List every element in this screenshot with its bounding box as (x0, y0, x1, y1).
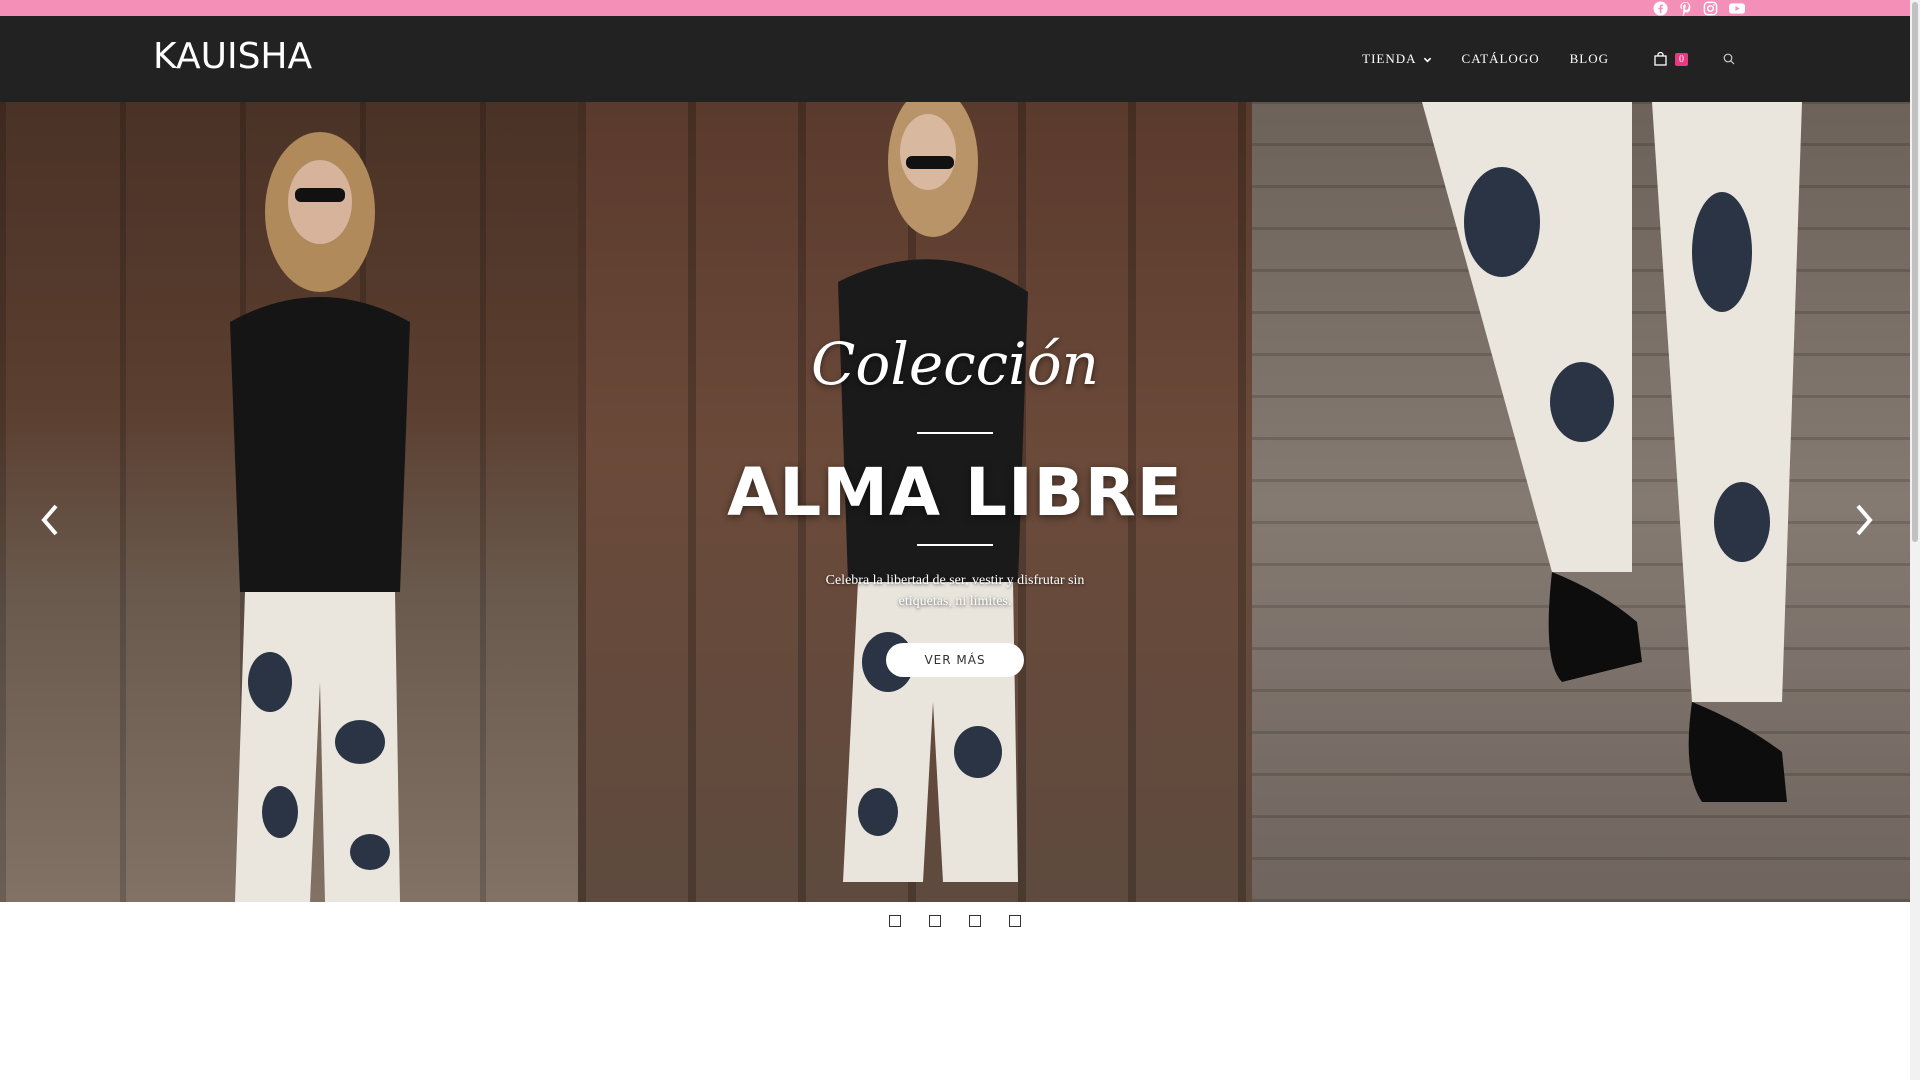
search-icon (1723, 53, 1735, 65)
top-bar (0, 0, 1910, 16)
main-nav: TIENDA CATÁLOGO BLOG 0 (1347, 16, 1750, 102)
youtube-icon[interactable] (1728, 1, 1746, 16)
slider-dot[interactable] (1009, 915, 1021, 927)
slider-prev-arrow-icon[interactable] (38, 502, 62, 538)
nav-item-label: BLOG (1569, 51, 1609, 66)
nav-item-tienda[interactable]: TIENDA (1347, 51, 1446, 67)
slider-dot[interactable] (929, 915, 941, 927)
instagram-icon[interactable] (1703, 1, 1718, 16)
site-logo[interactable]: KAUISHA (153, 36, 312, 77)
hero-script-title: Colección (811, 330, 1099, 398)
slider-next-arrow-icon[interactable] (1852, 502, 1876, 538)
slider-dot[interactable] (969, 915, 981, 927)
page-scrollbar[interactable] (1910, 0, 1920, 1080)
nav-item-label: TIENDA (1362, 51, 1417, 66)
slider-dot[interactable] (889, 915, 901, 927)
social-links (1653, 0, 1746, 16)
chevron-down-icon (1423, 57, 1431, 62)
nav-item-catalogo[interactable]: CATÁLOGO (1447, 51, 1555, 67)
nav-item-blog[interactable]: BLOG (1555, 51, 1624, 67)
hero-caption: Colección ALMA LIBRE Celebra la libertad… (0, 102, 1910, 902)
pinterest-icon[interactable] (1678, 1, 1693, 16)
title-divider-bottom (917, 544, 993, 546)
facebook-icon[interactable] (1653, 0, 1668, 16)
scrollbar-thumb[interactable] (1912, 2, 1918, 542)
slider-pagination (0, 915, 1910, 927)
cart-button[interactable]: 0 (1624, 52, 1703, 66)
hero-slider: Colección ALMA LIBRE Celebra la libertad… (0, 102, 1910, 902)
ver-mas-button[interactable]: VER MÁS (886, 643, 1024, 677)
shopping-bag-icon (1654, 52, 1667, 66)
hero-description: Celebra la libertad de ser, vestir y dis… (825, 573, 1085, 609)
cart-count-badge: 0 (1675, 52, 1688, 66)
nav-item-label: CATÁLOGO (1461, 51, 1540, 66)
search-button[interactable] (1703, 53, 1750, 65)
title-divider-top (917, 432, 993, 434)
site-header: KAUISHA TIENDA CATÁLOGO BLOG 0 (0, 16, 1910, 102)
hero-title: ALMA LIBRE (727, 454, 1183, 531)
